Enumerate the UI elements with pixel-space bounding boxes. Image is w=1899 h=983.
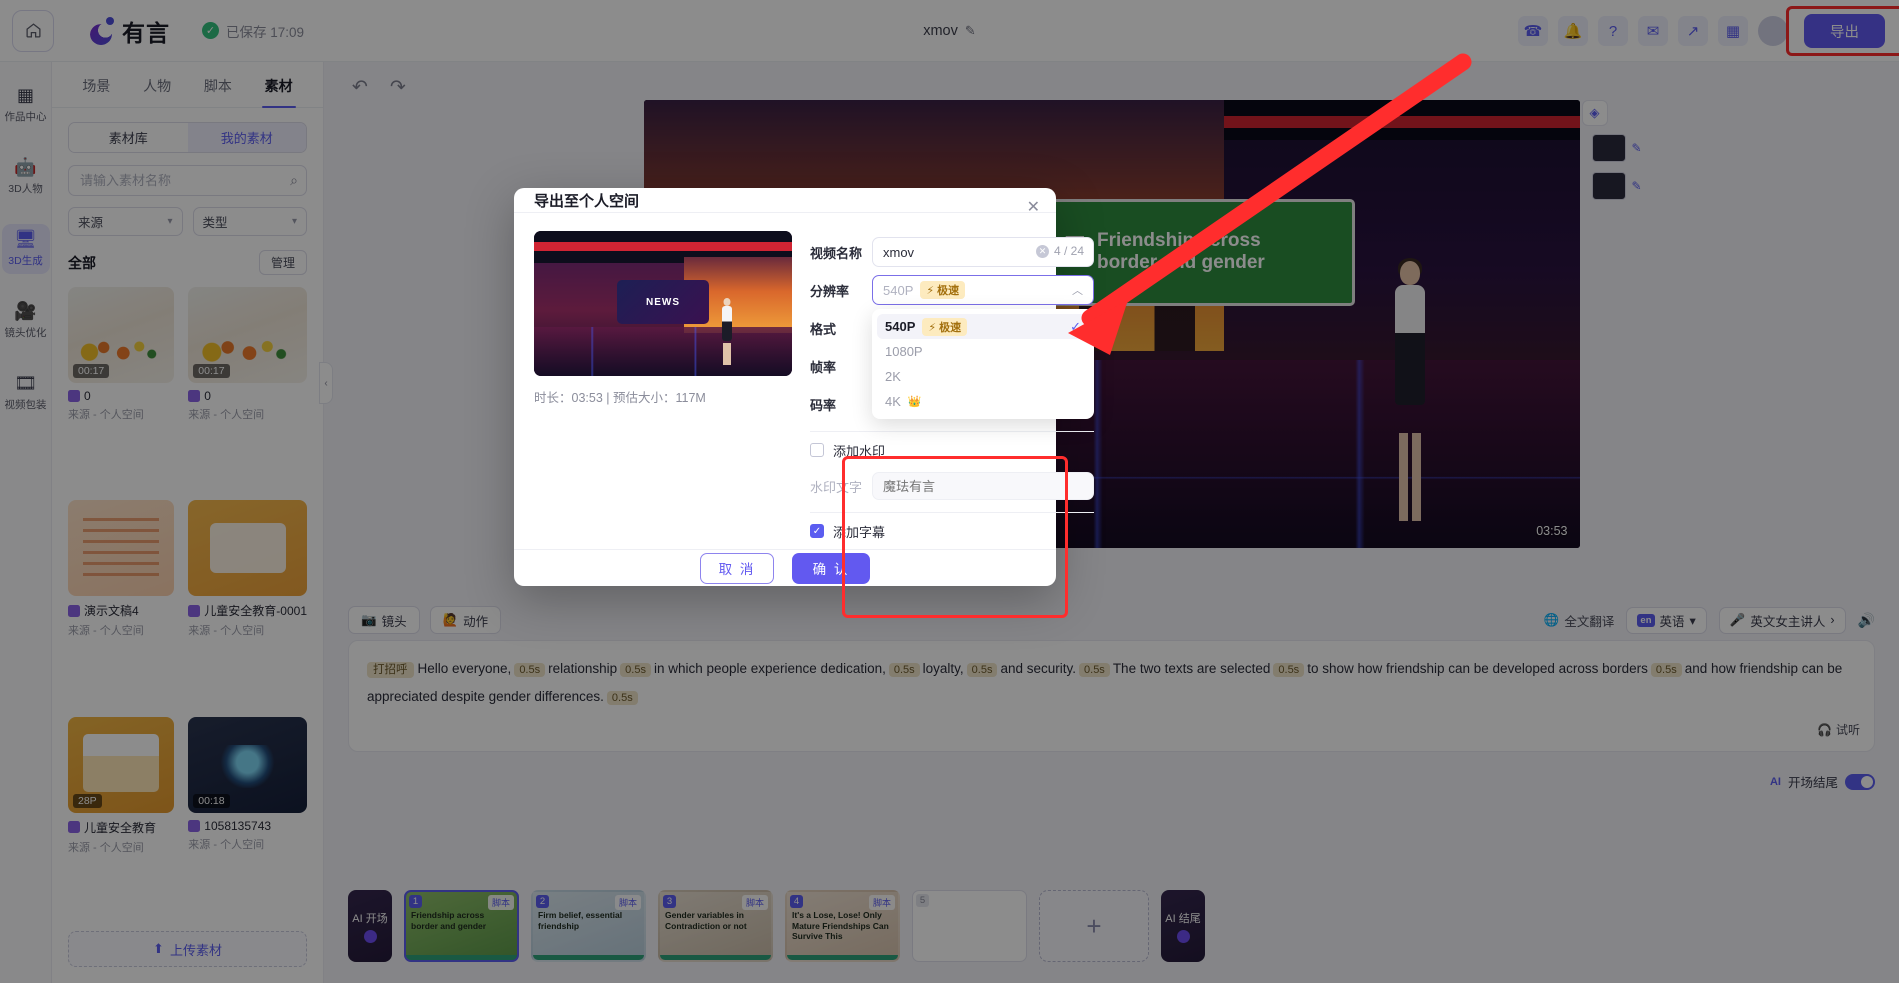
- watermark-text-input[interactable]: [872, 472, 1094, 501]
- resolution-value: 540P: [883, 282, 914, 298]
- resolution-dropdown: 540P ⚡ 极速 ✓ 1080P 2K 4K 👑: [872, 309, 1094, 420]
- close-icon[interactable]: ✕: [1027, 200, 1040, 216]
- clear-icon[interactable]: ✕: [1035, 244, 1049, 258]
- char-count: 4 / 24: [1053, 244, 1084, 259]
- preview-meta: 时长：03:53 | 预估大小：117M: [534, 391, 706, 406]
- option-label: 4K: [885, 394, 901, 410]
- subtitle-checkbox[interactable]: ✓: [810, 524, 824, 539]
- speed-badge: ⚡ 极速: [920, 281, 966, 300]
- preview-news-screen: NEWS: [616, 280, 710, 324]
- dialog-title: 导出至个人空间: [534, 192, 640, 210]
- preview-avatar: [719, 297, 735, 365]
- watermark-checkbox[interactable]: [810, 443, 824, 458]
- field-label: 帧率: [810, 359, 837, 375]
- field-video-name: 视频名称 ✕ 4 / 24: [810, 233, 1094, 271]
- video-name-counter: ✕ 4 / 24: [1035, 244, 1084, 259]
- check-icon: ✓: [1070, 318, 1081, 334]
- option-label: 540P: [885, 319, 916, 335]
- resolution-select[interactable]: 540P ⚡ 极速 ︿: [872, 275, 1094, 306]
- video-preview-thumbnail: NEWS: [534, 231, 792, 377]
- preview-floor: [534, 326, 792, 377]
- video-name-wrap: ✕ 4 / 24: [872, 237, 1094, 268]
- field-label: 视频名称: [810, 245, 863, 261]
- resolution-option-1080p[interactable]: 1080P: [877, 339, 1089, 364]
- option-label: 2K: [885, 369, 901, 385]
- resolution-select-wrap: 540P ⚡ 极速 ︿ 540P ⚡ 极速 ✓ 1080P 2K 4K 👑: [872, 275, 1094, 420]
- watermark-check-row: 添加水印: [810, 432, 1094, 468]
- field-label: 码率: [810, 397, 837, 413]
- export-dialog: 导出至个人空间 ✕ NEWS 时长：03:53 | 预估大小：117M 视频名称…: [514, 188, 1094, 618]
- field-resolution: 分辨率 540P ⚡ 极速 ︿ 540P ⚡ 极速 ✓ 1080P 2K 4K …: [810, 271, 1094, 420]
- dialog-header: 导出至个人空间 ✕: [514, 188, 1056, 216]
- app-root: 有言 ✓ 已保存 17:09 xmov ✎ ☎ 🔔 ? ✉ ↗ ▦ 导出 ▦ 作…: [0, 0, 1899, 983]
- field-label: 分辨率: [810, 283, 850, 299]
- cancel-button[interactable]: 取 消: [700, 552, 774, 584]
- chevron-up-icon: ︿: [1072, 285, 1083, 298]
- watermark-text-label: 水印文字: [810, 479, 863, 495]
- subtitle-check-row: ✓ 添加字幕: [810, 513, 1094, 549]
- dialog-body: NEWS 时长：03:53 | 预估大小：117M 视频名称 ✕ 4 /: [514, 213, 1094, 549]
- subtitle-label: 添加字幕: [833, 524, 886, 540]
- export-form: 视频名称 ✕ 4 / 24 分辨率 540P ⚡ 极速: [810, 231, 1094, 549]
- crown-icon: 👑: [907, 396, 922, 409]
- speed-badge: ⚡ 极速: [922, 317, 968, 336]
- watermark-text-row: 水印文字: [810, 468, 1094, 504]
- preview-column: NEWS 时长：03:53 | 预估大小：117M: [534, 231, 792, 549]
- confirm-button[interactable]: 确 认: [792, 552, 870, 584]
- resolution-option-2k[interactable]: 2K: [877, 364, 1089, 389]
- field-label: 格式: [810, 321, 837, 337]
- watermark-label: 添加水印: [833, 443, 886, 459]
- resolution-option-540p[interactable]: 540P ⚡ 极速 ✓: [877, 314, 1089, 340]
- resolution-option-4k[interactable]: 4K 👑: [877, 389, 1089, 414]
- dialog-footer: 取 消 确 认: [514, 549, 1056, 586]
- option-label: 1080P: [885, 344, 923, 360]
